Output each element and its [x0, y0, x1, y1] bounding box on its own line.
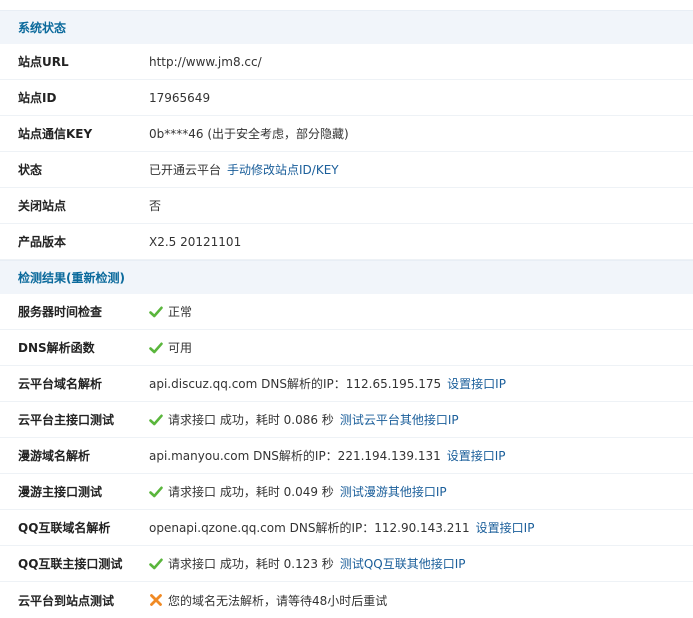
row-value: api.discuz.qq.com DNS解析的IP：112.65.195.17…: [149, 377, 442, 391]
row-label: 关闭站点: [18, 199, 67, 213]
row-value-group: openapi.qzone.qq.com DNS解析的IP：112.90.143…: [149, 519, 534, 536]
set-manyou-ip-link[interactable]: 设置接口IP: [447, 447, 506, 464]
row-value: 您的域名无法解析，请等待48小时后重试: [168, 593, 388, 608]
test-manyou-ip-link[interactable]: 测试漫游其他接口IP: [340, 483, 447, 500]
row-label: DNS解析函数: [18, 341, 95, 355]
status-row-site-key: 站点通信KEY 0b****46 (出于安全考虑，部分隐藏): [0, 116, 693, 152]
check-row-server-time: 服务器时间检查 正常: [0, 294, 693, 330]
row-value: 0b****46 (出于安全考虑，部分隐藏): [149, 127, 349, 141]
check-row-cloud-to-site: 云平台到站点测试 您的域名无法解析，请等待48小时后重试: [0, 582, 693, 618]
row-value: http://www.jm8.cc/: [149, 54, 262, 69]
check-icon: [149, 486, 163, 497]
edit-site-key-link[interactable]: 手动修改站点ID/KEY: [227, 161, 339, 178]
row-value-group: 已开通云平台 手动修改站点ID/KEY: [149, 161, 339, 178]
row-value: 请求接口 成功，耗时 0.123 秒: [168, 557, 334, 571]
test-cloud-ip-link[interactable]: 测试云平台其他接口IP: [340, 411, 459, 428]
row-value: X2.5 20121101: [149, 234, 242, 249]
row-value-group: 请求接口 成功，耗时 0.049 秒 测试漫游其他接口IP: [149, 483, 447, 500]
check-row-manyou-api: 漫游主接口测试 请求接口 成功，耗时 0.049 秒 测试漫游其他接口IP: [0, 474, 693, 510]
check-icon: [149, 558, 163, 569]
section-title-check-results[interactable]: 检测结果(重新检测): [0, 260, 693, 294]
row-label: QQ互联主接口测试: [18, 557, 123, 571]
row-label: 产品版本: [18, 235, 67, 249]
row-label: 站点URL: [18, 55, 69, 69]
row-label: 状态: [18, 163, 43, 177]
status-row-state: 状态 已开通云平台 手动修改站点ID/KEY: [0, 152, 693, 188]
row-value-group: 请求接口 成功，耗时 0.123 秒 测试QQ互联其他接口IP: [149, 555, 465, 572]
row-value-group: api.manyou.com DNS解析的IP：221.194.139.131 …: [149, 447, 506, 464]
row-value: 请求接口 成功，耗时 0.086 秒: [168, 413, 334, 427]
row-value-group: api.discuz.qq.com DNS解析的IP：112.65.195.17…: [149, 375, 506, 392]
set-cloud-ip-link[interactable]: 设置接口IP: [447, 375, 506, 392]
row-label: 漫游域名解析: [18, 449, 91, 463]
status-row-site-id: 站点ID 17965649: [0, 80, 693, 116]
section-title-system-status: 系统状态: [0, 10, 693, 44]
row-value: api.manyou.com DNS解析的IP：221.194.139.131: [149, 449, 441, 463]
row-value: openapi.qzone.qq.com DNS解析的IP：112.90.143…: [149, 521, 470, 535]
check-icon: [149, 414, 163, 425]
row-label: 站点ID: [18, 91, 57, 105]
check-row-dns-function: DNS解析函数 可用: [0, 330, 693, 366]
cloud-status-panel: 系统状态 站点URL http://www.jm8.cc/ 站点ID 17965…: [0, 0, 693, 618]
check-icon: [149, 306, 163, 317]
status-row-version: 产品版本 X2.5 20121101: [0, 224, 693, 260]
row-value-group: 您的域名无法解析，请等待48小时后重试: [149, 592, 387, 609]
row-label: QQ互联域名解析: [18, 521, 111, 535]
status-row-site-closed: 关闭站点 否: [0, 188, 693, 224]
row-label: 漫游主接口测试: [18, 485, 103, 499]
check-row-cloud-api: 云平台主接口测试 请求接口 成功，耗时 0.086 秒 测试云平台其他接口IP: [0, 402, 693, 438]
check-icon: [149, 342, 163, 353]
row-label: 云平台域名解析: [18, 377, 103, 391]
row-label: 服务器时间检查: [18, 305, 103, 319]
status-row-site-url: 站点URL http://www.jm8.cc/: [0, 44, 693, 80]
row-value: 17965649: [149, 90, 211, 105]
row-value: 正常: [168, 305, 193, 319]
set-qq-ip-link[interactable]: 设置接口IP: [476, 519, 535, 536]
row-value-group: 可用: [149, 339, 192, 356]
test-qq-ip-link[interactable]: 测试QQ互联其他接口IP: [340, 555, 466, 572]
row-value: 否: [149, 199, 162, 213]
row-value-group: 请求接口 成功，耗时 0.086 秒 测试云平台其他接口IP: [149, 411, 459, 428]
row-value: 可用: [168, 341, 193, 355]
row-label: 云平台到站点测试: [18, 593, 115, 608]
row-value: 已开通云平台: [149, 163, 222, 177]
error-icon: [150, 594, 162, 606]
row-label: 站点通信KEY: [18, 127, 93, 141]
row-value: 请求接口 成功，耗时 0.049 秒: [168, 485, 334, 499]
check-row-cloud-dns: 云平台域名解析 api.discuz.qq.com DNS解析的IP：112.6…: [0, 366, 693, 402]
check-row-qq-dns: QQ互联域名解析 openapi.qzone.qq.com DNS解析的IP：1…: [0, 510, 693, 546]
row-value-group: 正常: [149, 303, 192, 320]
check-row-manyou-dns: 漫游域名解析 api.manyou.com DNS解析的IP：221.194.1…: [0, 438, 693, 474]
row-label: 云平台主接口测试: [18, 413, 115, 427]
check-row-qq-api: QQ互联主接口测试 请求接口 成功，耗时 0.123 秒 测试QQ互联其他接口I…: [0, 546, 693, 582]
